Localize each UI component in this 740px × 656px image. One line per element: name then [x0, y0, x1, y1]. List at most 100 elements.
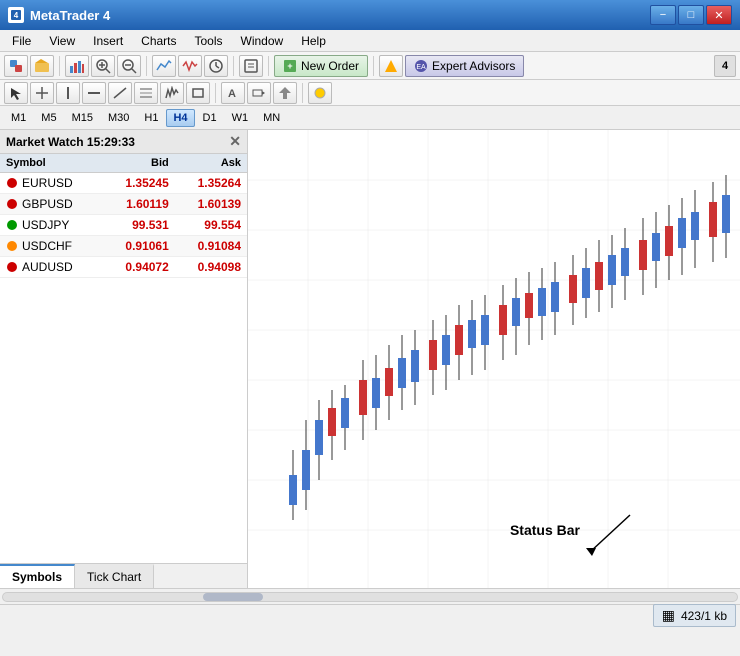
text-tool[interactable]: A [221, 82, 245, 104]
col-symbol: Symbol [0, 154, 103, 173]
menu-item-charts[interactable]: Charts [133, 32, 184, 50]
arrow-icon[interactable] [379, 55, 403, 77]
title-bar-left: 4 MetaTrader 4 [8, 7, 110, 23]
status-bar: ▦ 423/1 kb [0, 604, 740, 626]
expert-advisors-button[interactable]: EA Expert Advisors [405, 55, 524, 77]
symbol-cell: EURUSD [0, 173, 103, 194]
table-row[interactable]: USDCHF 0.91061 0.91084 [0, 236, 247, 257]
toolbar2-sep2 [302, 83, 303, 103]
toolbar-sep-5 [373, 56, 374, 76]
bid-cell: 0.94072 [103, 257, 175, 278]
toolbar-drawing: A [0, 80, 740, 106]
menu-item-insert[interactable]: Insert [85, 32, 131, 50]
new-profile-button[interactable] [4, 55, 28, 77]
market-watch-title: Market Watch 15:29:33 [6, 135, 135, 149]
chart-area: Status Bar [248, 130, 740, 588]
crosshair-tool[interactable] [30, 82, 54, 104]
expert-advisors-label: Expert Advisors [432, 59, 515, 73]
symbol-cell: USDCHF [0, 236, 103, 257]
maximize-button[interactable]: □ [678, 5, 704, 25]
menu-item-view[interactable]: View [41, 32, 83, 50]
ask-cell: 1.35264 [175, 173, 247, 194]
tf-btn-h4[interactable]: H4 [166, 109, 194, 127]
tf-btn-m5[interactable]: M5 [34, 109, 63, 127]
scroll-thumb[interactable] [203, 593, 263, 601]
tab-symbols[interactable]: Symbols [0, 564, 75, 588]
table-header-row: Symbol Bid Ask [0, 154, 247, 173]
candlestick-chart[interactable] [248, 130, 740, 588]
symbol-cell: GBPUSD [0, 194, 103, 215]
tf-btn-m1[interactable]: M1 [4, 109, 33, 127]
vertical-line-tool[interactable] [56, 82, 80, 104]
market-watch-header: Market Watch 15:29:33 ✕ [0, 130, 247, 154]
menu-bar: FileViewInsertChartsToolsWindowHelp [0, 30, 740, 52]
tf-btn-mn[interactable]: MN [256, 109, 287, 127]
ask-cell: 0.94098 [175, 257, 247, 278]
col-ask: Ask [175, 154, 247, 173]
menu-item-window[interactable]: Window [233, 32, 292, 50]
col-bid: Bid [103, 154, 175, 173]
sidebar: Market Watch 15:29:33 ✕ Symbol Bid Ask [0, 130, 248, 588]
window-controls: − □ ✕ [650, 5, 732, 25]
trendline-tool[interactable] [108, 82, 132, 104]
tf-btn-m30[interactable]: M30 [101, 109, 136, 127]
table-row[interactable]: EURUSD 1.35245 1.35264 [0, 173, 247, 194]
annotation-arrow [570, 510, 650, 560]
fib-tool[interactable] [134, 82, 158, 104]
label-tool[interactable] [247, 82, 271, 104]
close-button[interactable]: ✕ [706, 5, 732, 25]
title-bar: 4 MetaTrader 4 − □ ✕ [0, 0, 740, 30]
zoom-in-button[interactable] [91, 55, 115, 77]
horizontal-scrollbar[interactable] [0, 588, 740, 604]
table-row[interactable]: AUDUSD 0.94072 0.94098 [0, 257, 247, 278]
status-info-box: ▦ 423/1 kb [653, 604, 736, 627]
chart-button[interactable] [65, 55, 89, 77]
toolbar-sep-2 [146, 56, 147, 76]
svg-text:EA: EA [416, 64, 426, 71]
status-info-text: 423/1 kb [681, 609, 727, 623]
oscillator-button[interactable] [178, 55, 202, 77]
ask-cell: 99.554 [175, 215, 247, 236]
menu-item-help[interactable]: Help [293, 32, 334, 50]
zoom-out-button[interactable] [117, 55, 141, 77]
table-row[interactable]: USDJPY 99.531 99.554 [0, 215, 247, 236]
tf-btn-w1[interactable]: W1 [225, 109, 256, 127]
indicator-button[interactable] [152, 55, 176, 77]
new-order-button[interactable]: + New Order [274, 55, 368, 77]
color-tool[interactable] [308, 82, 332, 104]
rectangle-tool[interactable] [186, 82, 210, 104]
bid-cell: 0.91061 [103, 236, 175, 257]
market-table: Symbol Bid Ask EURUSD 1.35245 1.35264 GB [0, 154, 247, 278]
ask-cell: 1.60139 [175, 194, 247, 215]
svg-text:+: + [287, 61, 292, 71]
toolbar-sep-4 [268, 56, 269, 76]
menu-item-file[interactable]: File [4, 32, 39, 50]
tf-btn-h1[interactable]: H1 [137, 109, 165, 127]
template-button[interactable] [239, 55, 263, 77]
menu-item-tools[interactable]: Tools [187, 32, 231, 50]
app-icon: 4 [8, 7, 24, 23]
symbol-cell: USDJPY [0, 215, 103, 236]
period-button[interactable] [204, 55, 228, 77]
scroll-track[interactable] [2, 592, 738, 602]
tab-tick-chart[interactable]: Tick Chart [75, 564, 154, 588]
side-panel-button[interactable]: 4 [714, 55, 736, 77]
open-button[interactable] [30, 55, 54, 77]
timeframe-bar: M1M5M15M30H1H4D1W1MN [0, 106, 740, 130]
status-chart-icon: ▦ [662, 607, 675, 624]
arrows-tool[interactable] [273, 82, 297, 104]
waves-tool[interactable] [160, 82, 184, 104]
svg-text:A: A [228, 88, 236, 100]
minimize-button[interactable]: − [650, 5, 676, 25]
market-watch-time: 15:29:33 [87, 135, 135, 149]
cursor-tool[interactable] [4, 82, 28, 104]
toolbar-sep-1 [59, 56, 60, 76]
main-area: Market Watch 15:29:33 ✕ Symbol Bid Ask [0, 130, 740, 588]
market-watch-close[interactable]: ✕ [229, 133, 241, 150]
table-row[interactable]: GBPUSD 1.60119 1.60139 [0, 194, 247, 215]
toolbar2-sep [215, 83, 216, 103]
tf-btn-d1[interactable]: D1 [196, 109, 224, 127]
tf-btn-m15[interactable]: M15 [65, 109, 100, 127]
sidebar-tabs: Symbols Tick Chart [0, 563, 247, 588]
horizontal-line-tool[interactable] [82, 82, 106, 104]
